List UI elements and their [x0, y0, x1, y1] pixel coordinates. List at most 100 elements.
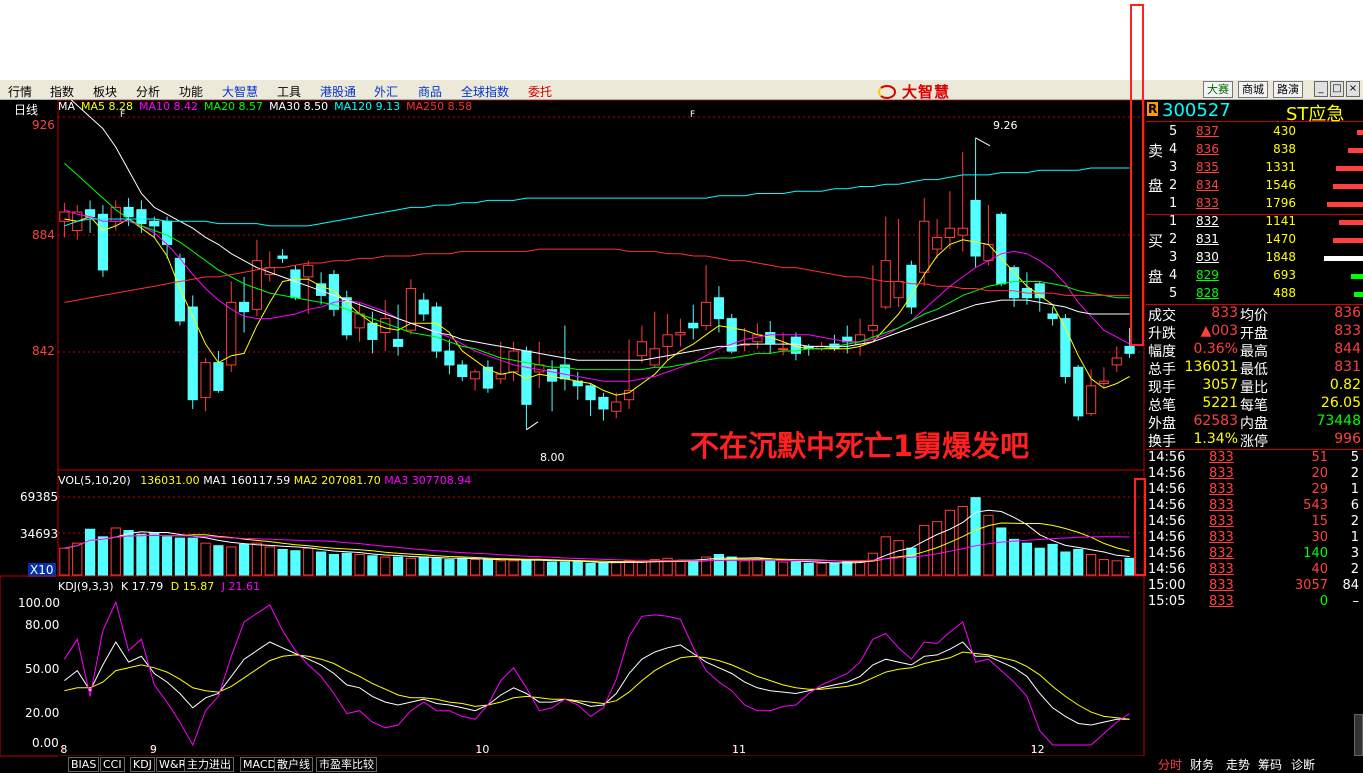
- candle: [662, 313, 673, 361]
- tick-price-5[interactable]: 833: [1209, 530, 1234, 545]
- sell-row-2-level: 2: [1169, 178, 1178, 193]
- mall-button[interactable]: 商城: [1238, 81, 1268, 98]
- tick-price-3[interactable]: 833: [1209, 498, 1234, 513]
- menu-item-5[interactable]: 大智慧: [222, 83, 258, 100]
- menu-item-8[interactable]: 外汇: [374, 83, 398, 100]
- indicator-tab-0[interactable]: BIAS: [68, 757, 100, 772]
- buy-label-2: 盘: [1148, 268, 1164, 286]
- volume-bar: [174, 537, 186, 576]
- volume-bar: [765, 560, 776, 576]
- sell-row-2-depth-bar: [1333, 184, 1363, 189]
- volume-bar: [59, 547, 70, 576]
- x-tick-label: 10: [475, 743, 489, 756]
- volume-bar: [264, 546, 275, 576]
- volume-bar: [572, 561, 583, 576]
- indicator-tab-1[interactable]: CCI: [100, 757, 125, 772]
- volume-bar: [238, 543, 250, 576]
- menu-item-0[interactable]: 行情: [8, 83, 32, 100]
- volume-bar: [546, 561, 558, 576]
- menu-item-10[interactable]: 全球指数: [461, 83, 509, 100]
- tick-time-9: 15:05: [1148, 594, 1186, 609]
- tick-price-4[interactable]: 833: [1209, 514, 1234, 529]
- kdj-legend-title: KDJ(9,3,3): [58, 580, 114, 593]
- buy-row-5-price[interactable]: 828: [1196, 286, 1219, 300]
- sell-row-3-depth-bar: [1336, 166, 1363, 171]
- indicator-tab-6[interactable]: 散户线: [274, 757, 313, 772]
- sell-row-3-price[interactable]: 835: [1196, 160, 1219, 174]
- minimize-icon[interactable]: _: [1314, 81, 1328, 97]
- stat-label-6b: 内盘: [1240, 416, 1268, 432]
- volume-bar: [1047, 543, 1058, 576]
- tick-count-5: 1: [1350, 530, 1359, 545]
- tick-price-1[interactable]: 833: [1209, 466, 1234, 481]
- volume-bar: [1098, 559, 1110, 576]
- headline-overlay: 不在沉默中死亡1舅爆发吧: [690, 429, 1030, 463]
- sell-label-2: 盘: [1148, 177, 1164, 195]
- price-panel-frame: [57, 100, 1145, 471]
- candle: [880, 216, 891, 310]
- candle: [405, 279, 417, 335]
- tick-price-8[interactable]: 833: [1209, 578, 1234, 593]
- restore-icon[interactable]: □: [1330, 81, 1344, 97]
- menu-item-4[interactable]: 功能: [179, 83, 203, 100]
- buy-row-5-depth-bar: [1354, 292, 1363, 297]
- indicator-tab-4[interactable]: 主力进出: [184, 757, 234, 772]
- buy-row-3-price[interactable]: 830: [1196, 250, 1219, 264]
- vol-legend: VOL(5,10,20) 136031.00 MA1 160117.59 MA2…: [58, 474, 471, 487]
- roadshow-button[interactable]: 路演: [1273, 81, 1303, 98]
- tick-volume-5: 30: [1311, 530, 1328, 545]
- tick-volume-3: 543: [1303, 498, 1328, 513]
- volume-bar: [444, 559, 455, 576]
- menu-item-1[interactable]: 指数: [50, 83, 74, 100]
- buy-row-1-price[interactable]: 832: [1196, 214, 1219, 228]
- candle: [957, 151, 968, 252]
- buy-row-1-level: 1: [1169, 214, 1178, 229]
- sell-row-1-price[interactable]: 833: [1196, 196, 1219, 210]
- menu-item-3[interactable]: 分析: [136, 83, 160, 100]
- volume-bar: [534, 559, 545, 576]
- tick-count-8: 84: [1342, 578, 1359, 593]
- tick-time-3: 14:56: [1148, 498, 1186, 513]
- high-annotation: 9.26: [993, 119, 1018, 132]
- stock-code: 300527: [1162, 100, 1231, 121]
- tick-volume-1: 20: [1311, 466, 1328, 481]
- sell-row-2-price[interactable]: 834: [1196, 178, 1219, 192]
- candle: [893, 218, 904, 308]
- candle: [726, 313, 737, 354]
- sell-row-5-price[interactable]: 837: [1196, 124, 1219, 138]
- tick-price-9[interactable]: 833: [1209, 594, 1234, 609]
- tick-price-7[interactable]: 833: [1209, 562, 1234, 577]
- contest-button[interactable]: 大赛: [1203, 81, 1233, 98]
- candle: [482, 360, 494, 393]
- tick-count-0: 5: [1350, 450, 1359, 465]
- tick-price-2[interactable]: 833: [1209, 482, 1234, 497]
- volume-bar: [1111, 560, 1122, 576]
- close-icon[interactable]: ×: [1346, 81, 1360, 97]
- menu-item-6[interactable]: 工具: [277, 83, 301, 100]
- candle: [495, 341, 506, 384]
- indicator-tab-2[interactable]: KDJ: [130, 757, 155, 772]
- stat-value-1a: ▲003: [1200, 323, 1239, 339]
- sell-row-4-price[interactable]: 836: [1196, 142, 1219, 156]
- buy-row-4-price[interactable]: 829: [1196, 268, 1219, 282]
- stat-label-6a: 外盘: [1148, 416, 1176, 432]
- indicator-tab-7[interactable]: 市盈率比较: [316, 757, 377, 772]
- menu-item-9[interactable]: 商品: [418, 83, 442, 100]
- volume-bar: [611, 561, 622, 576]
- tick-price-0[interactable]: 833: [1209, 450, 1234, 465]
- stat-label-3b: 最低: [1240, 362, 1268, 378]
- buy-row-2-price[interactable]: 831: [1196, 232, 1219, 246]
- volume-bar: [303, 547, 314, 576]
- tick-time-5: 14:56: [1148, 530, 1186, 545]
- menu-item-7[interactable]: 港股通: [320, 83, 356, 100]
- menu-item-11[interactable]: 委托: [528, 83, 552, 100]
- candle: [315, 272, 327, 305]
- candle: [264, 251, 275, 282]
- candle: [752, 323, 763, 349]
- vol-legend-ma3: MA3: [384, 474, 409, 487]
- volume-bar: [1008, 538, 1020, 576]
- tick-price-6[interactable]: 832: [1209, 546, 1234, 561]
- tick-volume-0: 51: [1311, 450, 1328, 465]
- ma-legend-item-0: MA: [58, 100, 76, 113]
- menu-item-2[interactable]: 板块: [93, 83, 117, 100]
